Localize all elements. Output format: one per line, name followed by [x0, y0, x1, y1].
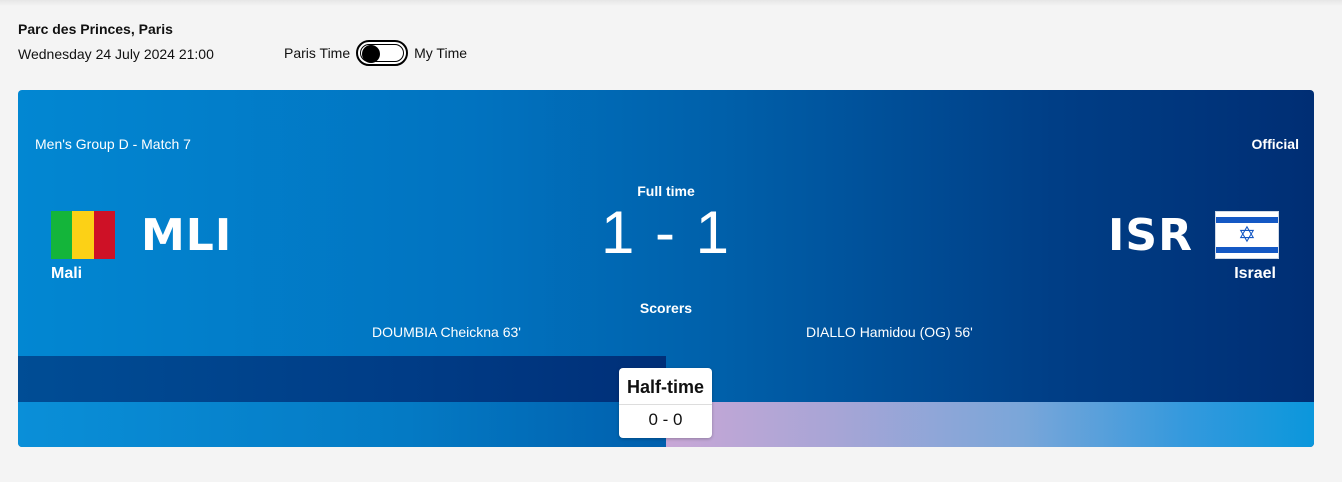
- official-badge: Official: [1251, 136, 1299, 152]
- mali-flag-yellow: [72, 211, 94, 259]
- halftime-label: Half-time: [626, 377, 704, 397]
- mali-flag-icon: [51, 211, 115, 259]
- time-toggle-switch[interactable]: [356, 40, 409, 66]
- match-scorecard: Men's Group D - Match 7 Official Full ti…: [18, 90, 1314, 447]
- home-scorer: DOUMBIA Cheickna 63': [372, 324, 521, 340]
- match-datetime: Wednesday 24 July 2024 21:00: [18, 46, 214, 62]
- israel-flag-icon: ✡: [1215, 211, 1279, 259]
- venue: Parc des Princes, Paris: [18, 21, 173, 37]
- paris-time-label[interactable]: Paris Time: [284, 45, 350, 61]
- away-scorer: DIALLO Hamidou (OG) 56': [806, 324, 973, 340]
- toggle-knob: [362, 45, 381, 63]
- home-team-name: Mali: [51, 265, 83, 282]
- match-header-panel: Parc des Princes, Paris Wednesday 24 Jul…: [0, 0, 1342, 482]
- star-of-david-icon: ✡: [1237, 222, 1257, 247]
- divider: [619, 404, 712, 405]
- my-time-label[interactable]: My Time: [414, 45, 467, 61]
- israel-flag-bottom-stripe: [1216, 247, 1278, 253]
- halftime-score: 0 - 0: [648, 410, 683, 429]
- scorers-title: Scorers: [639, 300, 693, 316]
- match-label: Men's Group D - Match 7: [35, 136, 191, 152]
- decorative-band: [18, 402, 666, 447]
- time-toggle-group: Paris Time My Time: [284, 40, 467, 66]
- mali-flag-red: [93, 211, 115, 259]
- top-shadow: [0, 0, 1342, 6]
- home-team-code: MLI: [141, 210, 233, 261]
- away-team-name: Israel: [1234, 265, 1276, 282]
- decorative-band: [18, 356, 666, 402]
- mali-flag-green: [51, 211, 73, 259]
- decorative-band: [666, 402, 1314, 447]
- halftime-box: Half-time 0 - 0: [619, 368, 712, 438]
- match-status: Full time: [637, 183, 695, 199]
- away-team-code: ISR: [1108, 210, 1193, 261]
